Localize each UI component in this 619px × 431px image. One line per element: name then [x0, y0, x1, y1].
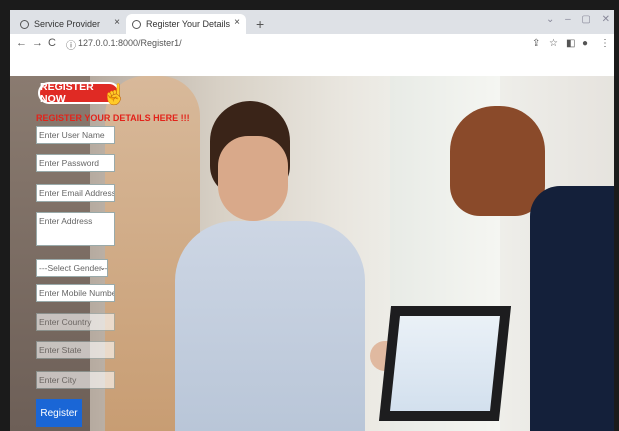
- form-subtitle: REGISTER YOUR DETAILS HERE !!!: [36, 113, 190, 123]
- globe-icon: [20, 19, 29, 29]
- maximize-icon[interactable]: ▢: [581, 14, 590, 30]
- browser-tab-strip: Service Provider × Register Your Details…: [10, 10, 614, 34]
- minimize-icon[interactable]: –: [565, 14, 571, 30]
- reload-icon[interactable]: C: [48, 37, 56, 49]
- state-field[interactable]: Enter State: [36, 341, 115, 359]
- mobile-field[interactable]: Enter Mobile Number: [36, 284, 115, 302]
- woman-jacket: [530, 186, 614, 431]
- chevron-down-icon[interactable]: ⌄: [546, 14, 554, 30]
- url-field[interactable]: 127.0.0.1:8000/Register1/: [78, 38, 182, 48]
- tab-label: Register Your Details: [146, 19, 231, 29]
- gender-select-value: ---Select Gender---: [39, 263, 108, 273]
- forward-icon[interactable]: →: [32, 37, 43, 49]
- sidepanel-icon[interactable]: ◧: [566, 38, 575, 49]
- new-tab-button[interactable]: +: [256, 16, 264, 32]
- site-info-icon[interactable]: ⓘ: [66, 37, 76, 52]
- close-tab-icon[interactable]: ×: [234, 17, 240, 28]
- close-tab-icon[interactable]: ×: [114, 17, 120, 28]
- country-field[interactable]: Enter Country: [36, 313, 115, 331]
- address-bar: ← → C ⓘ 127.0.0.1:8000/Register1/ ⇪ ☆ ◧ …: [10, 34, 614, 57]
- profile-icon[interactable]: ●: [582, 38, 588, 49]
- page-top-band: [10, 56, 614, 76]
- pointer-hand-icon: ☝: [102, 84, 127, 106]
- globe-icon: [132, 19, 141, 29]
- woman-hair: [450, 106, 545, 216]
- email-field[interactable]: Enter Email Address: [36, 184, 115, 202]
- tab-register-your-details[interactable]: Register Your Details ×: [126, 14, 246, 34]
- gender-select[interactable]: ---Select Gender--- ⌄: [36, 259, 108, 277]
- hero-background: REGISTER NOW ☝ REGISTER YOUR DETAILS HER…: [10, 76, 614, 431]
- laptop-chart-display: [390, 316, 500, 411]
- register-button[interactable]: Register: [36, 399, 82, 427]
- tab-label: Service Provider: [34, 19, 101, 29]
- bookmark-star-icon[interactable]: ☆: [549, 38, 558, 49]
- share-icon[interactable]: ⇪: [532, 38, 540, 49]
- close-window-icon[interactable]: ✕: [602, 14, 610, 30]
- username-field[interactable]: Enter User Name: [36, 126, 115, 144]
- man-shirt: [175, 221, 365, 431]
- window-controls: ⌄ – ▢ ✕: [546, 14, 610, 30]
- password-field[interactable]: Enter Password: [36, 154, 115, 172]
- city-field[interactable]: Enter City: [36, 371, 115, 389]
- man-face: [218, 136, 288, 221]
- address-field[interactable]: Enter Address: [36, 212, 115, 246]
- chevron-down-icon: ⌄: [99, 263, 106, 272]
- menu-icon[interactable]: ⋮: [600, 38, 610, 49]
- tab-service-provider[interactable]: Service Provider ×: [14, 14, 126, 34]
- back-icon[interactable]: ←: [16, 37, 27, 49]
